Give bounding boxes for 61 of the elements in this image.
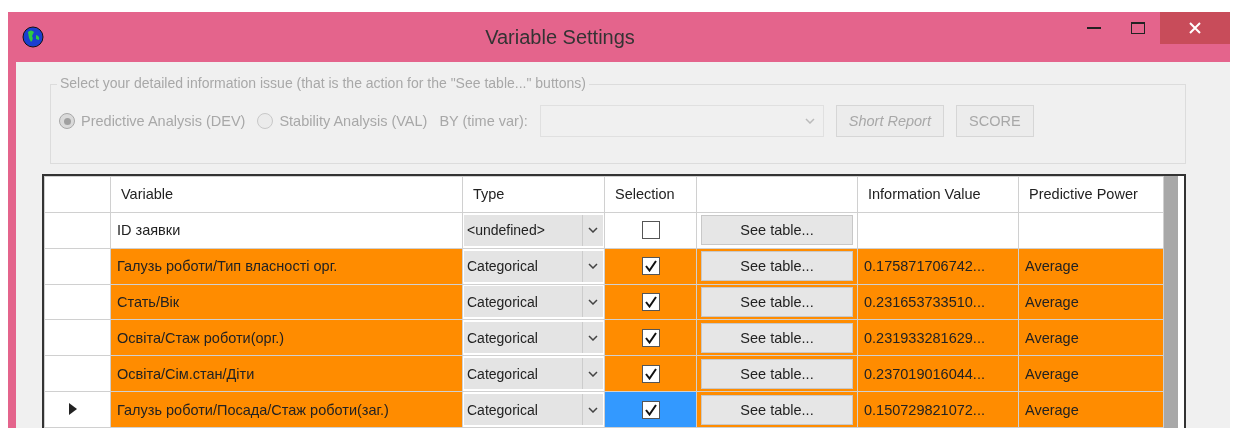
by-label: BY (time var): — [439, 113, 528, 129]
close-icon — [1189, 22, 1201, 34]
checkmark-icon — [644, 331, 657, 344]
window-title: Variable Settings — [484, 25, 636, 49]
chevron-down-icon — [588, 406, 598, 413]
see-table-button[interactable]: See table... — [701, 322, 853, 353]
variable-cell-text: Галузь роботи/Посада/Стаж роботи(заг.) — [116, 401, 389, 418]
type-dropdown[interactable]: Categorical — [464, 394, 603, 426]
checkmark-icon — [644, 367, 657, 380]
selection-checkbox[interactable] — [641, 328, 660, 347]
current-row-icon — [69, 402, 77, 415]
checkmark-icon — [644, 403, 657, 416]
predictive-power-cell-text: Average — [1024, 329, 1079, 346]
type-dropdown[interactable]: Categorical — [464, 358, 603, 390]
type-dropdown[interactable]: <undefined> — [464, 214, 603, 246]
predictive-power-cell-text: Average — [1024, 293, 1079, 310]
information-value-cell-text: 0.231933281629... — [863, 329, 985, 346]
checkmark-icon — [644, 260, 657, 273]
information-value-cell-text: 0.150729821072... — [863, 401, 985, 418]
information-value-cell-text: 0.237019016044... — [863, 365, 985, 382]
column-header[interactable]: Selection — [604, 176, 697, 213]
close-button[interactable] — [1160, 12, 1230, 44]
checkmark-icon — [644, 295, 657, 308]
chevron-down-icon — [588, 227, 598, 234]
selection-checkbox[interactable] — [641, 257, 660, 276]
column-header[interactable]: Type — [462, 176, 605, 213]
predictive-power-cell-text: Average — [1024, 258, 1079, 275]
column-header[interactable]: Predictive Power — [1018, 176, 1164, 213]
type-dropdown[interactable]: Categorical — [464, 286, 603, 318]
chevron-down-icon — [588, 263, 598, 270]
chevron-down-icon — [804, 118, 815, 124]
variable-cell-text: Освіта/Стаж роботи(орг.) — [116, 329, 285, 346]
type-dropdown[interactable]: Categorical — [464, 250, 603, 282]
minimize-icon — [1087, 27, 1101, 29]
information-value-cell-text: 0.175871706742... — [863, 258, 985, 275]
maximize-icon — [1131, 22, 1145, 34]
variable-cell-text: Стать/Вік — [116, 293, 180, 310]
see-table-button[interactable]: See table... — [701, 358, 853, 389]
see-table-button[interactable]: See table... — [701, 215, 853, 246]
information-value-cell-text: 0.231653733510... — [863, 293, 985, 310]
group-legend: Select your detailed information issue (that is the action for the "See table..." buttons) — [57, 75, 589, 91]
type-dropdown[interactable]: Categorical — [464, 322, 603, 354]
chevron-down-icon — [588, 370, 598, 377]
predictive-power-cell-text: Average — [1024, 365, 1079, 382]
see-table-button[interactable]: See table... — [701, 286, 853, 317]
scrollbar[interactable] — [1164, 176, 1178, 428]
variable-cell-text: Освіта/Сім.стан/Діти — [116, 365, 255, 382]
variable-cell-text: Галузь роботи/Тип власності орг. — [116, 258, 338, 275]
column-header[interactable]: Variable — [110, 176, 463, 213]
variable-cell-text: ID заявки — [116, 222, 181, 239]
selection-checkbox[interactable] — [641, 364, 660, 383]
globe-icon — [22, 26, 44, 48]
selection-checkbox[interactable] — [641, 292, 660, 311]
predictive-power-cell-text: Average — [1024, 401, 1079, 418]
selection-checkbox[interactable] — [641, 221, 660, 240]
chevron-down-icon — [588, 298, 598, 305]
column-header[interactable]: Information Value — [857, 176, 1019, 213]
see-table-button[interactable]: See table... — [701, 394, 853, 425]
selection-checkbox[interactable] — [641, 400, 660, 419]
chevron-down-icon — [588, 334, 598, 341]
see-table-button[interactable]: See table... — [701, 251, 853, 282]
